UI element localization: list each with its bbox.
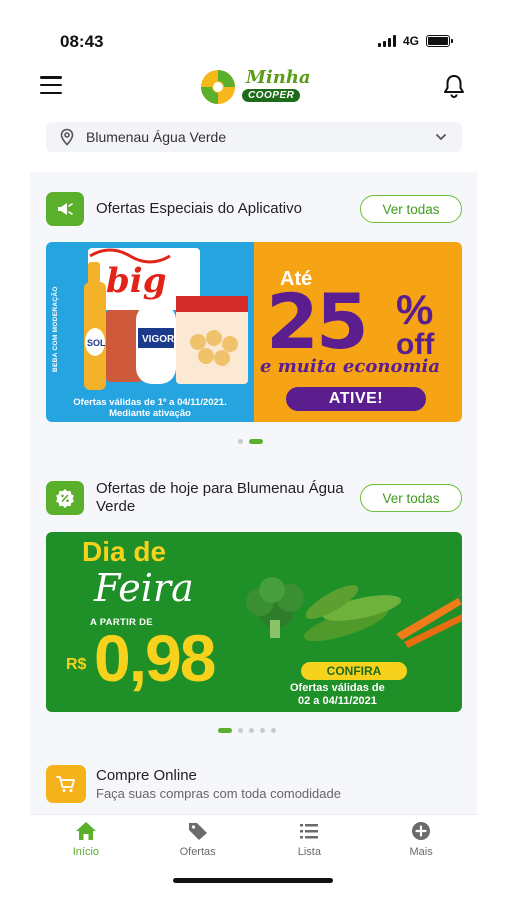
tab-inicio[interactable]: Início — [30, 815, 142, 866]
banner-validity: Ofertas válidas de 1º a 04/11/2021. Medi… — [46, 397, 254, 419]
home-icon — [75, 822, 96, 840]
banner-confira-button[interactable]: CONFIRA — [301, 662, 407, 680]
logo-minha-text: Minha — [246, 67, 311, 88]
today-offers-carousel-dots — [218, 728, 276, 733]
banner-price: 0,98 — [94, 621, 216, 695]
app-header: Minha COOPER — [30, 60, 477, 112]
home-indicator[interactable] — [173, 878, 333, 883]
online-shopping-row[interactable]: Compre Online Faça suas compras com toda… — [46, 762, 462, 806]
banner-activate-button[interactable]: ATIVE! — [286, 387, 426, 411]
carousel-dot[interactable] — [271, 728, 276, 733]
today-offers-header: Ofertas de hoje para Blumenau Água Verde… — [46, 478, 462, 518]
today-offers-see-all-button[interactable]: Ver todas — [360, 484, 462, 512]
app-offers-banner[interactable]: big SOL VIGOR BEBA COM MODERAÇÃO Ofertas… — [46, 242, 462, 422]
location-label: Blumenau Água Verde — [86, 129, 227, 145]
banner-currency: R$ — [66, 656, 87, 673]
svg-text:SOL: SOL — [87, 338, 106, 348]
banner-validity-line1: Ofertas válidas de 1º a 04/11/2021. — [73, 397, 227, 408]
shopping-cart-icon — [46, 765, 86, 803]
tab-label: Lista — [297, 846, 321, 858]
bottom-tab-bar: Início Ofertas Lista Mais — [30, 814, 477, 866]
banner-dia-de-text: Dia de — [82, 536, 167, 567]
banner2-validity-line2: 02 a 04/11/2021 — [298, 695, 377, 707]
status-bar: 08:43 4G — [30, 30, 453, 54]
logo-mark-icon — [201, 70, 235, 104]
carousel-dot[interactable] — [260, 728, 265, 733]
feira-banner-background: Dia de Feira A PARTIR DE R$ 0,98 CONFIRA… — [46, 532, 462, 712]
carousel-dot[interactable] — [249, 439, 263, 444]
banner-percent-sign: % — [396, 286, 434, 333]
network-label: 4G — [402, 34, 419, 48]
signal-icon — [377, 35, 396, 47]
app-offers-see-all-button[interactable]: Ver todas — [360, 195, 462, 223]
hamburger-menu-icon[interactable] — [40, 76, 62, 94]
tab-label: Ofertas — [179, 846, 216, 858]
notification-bell-icon[interactable] — [443, 74, 465, 98]
location-selector[interactable]: Blumenau Água Verde — [46, 122, 462, 152]
tab-lista[interactable]: Lista — [254, 815, 366, 866]
svg-text:VIGOR: VIGOR — [142, 334, 175, 345]
banner-discount-area: Até 25 % off e muita economia ATIVE! — [254, 242, 462, 422]
chevron-down-icon — [436, 134, 446, 140]
today-offers-title: Ofertas de hoje para Blumenau Água Verde — [96, 480, 344, 515]
app-offers-carousel-dots — [238, 439, 263, 444]
svg-text:big: big — [106, 261, 166, 301]
plus-circle-icon — [412, 822, 431, 840]
tag-icon — [188, 823, 207, 840]
location-pin-icon — [60, 128, 74, 146]
carousel-dot[interactable] — [218, 728, 232, 733]
tab-label: Início — [72, 846, 100, 858]
vegetables-illustration — [246, 577, 462, 648]
online-shopping-title: Compre Online — [96, 767, 197, 784]
banner-products-area: big SOL VIGOR BEBA COM MODERAÇÃO Ofertas… — [46, 242, 254, 422]
banner2-validity-line1: Ofertas válidas de — [290, 682, 385, 694]
percent-badge-icon — [46, 481, 84, 515]
minha-cooper-logo: Minha COOPER — [198, 66, 311, 108]
status-time: 08:43 — [60, 32, 104, 51]
logo-cooper-text: COOPER — [242, 89, 301, 102]
products-illustration: big SOL VIGOR — [84, 248, 248, 390]
home-content: Ofertas Especiais do Aplicativo Ver toda… — [30, 172, 477, 814]
carousel-dot[interactable] — [238, 439, 243, 444]
app-offers-title: Ofertas Especiais do Aplicativo — [96, 200, 302, 217]
battery-icon — [426, 35, 453, 47]
tab-label: Mais — [409, 846, 433, 858]
banner-validity-line2: Mediante ativação — [109, 408, 191, 419]
carousel-dot[interactable] — [249, 728, 254, 733]
banner-drink-responsibly-note: BEBA COM MODERAÇÃO — [52, 286, 59, 372]
banner-feira-text: Feira — [94, 566, 194, 610]
online-shopping-subtitle: Faça suas compras com toda comodidade — [96, 786, 341, 801]
carousel-dot[interactable] — [238, 728, 243, 733]
banner-discount-value: 25 — [266, 277, 369, 366]
tab-ofertas[interactable]: Ofertas — [142, 815, 254, 866]
today-offers-banner[interactable]: Dia de Feira A PARTIR DE R$ 0,98 CONFIRA… — [46, 532, 462, 712]
status-indicators: 4G — [377, 34, 453, 48]
megaphone-icon — [46, 192, 84, 226]
list-icon — [300, 824, 319, 839]
tab-mais[interactable]: Mais — [365, 815, 477, 866]
app-offers-header: Ofertas Especiais do Aplicativo Ver toda… — [46, 192, 462, 226]
banner-slogan: e muita economia — [260, 356, 440, 377]
